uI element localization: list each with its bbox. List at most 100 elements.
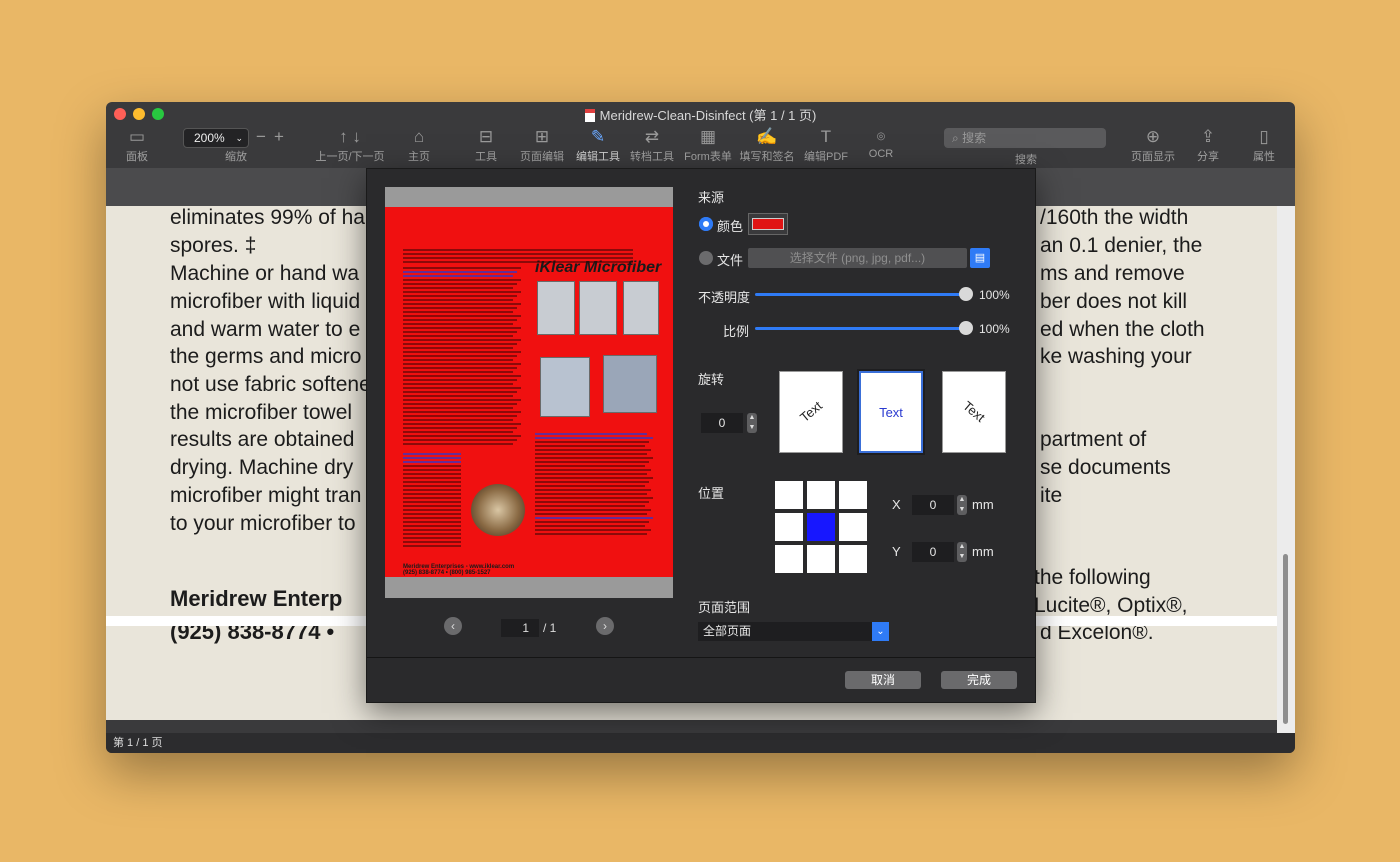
convert-button[interactable]: ⇄ 转档工具	[627, 126, 677, 164]
arrow-up-down-icon: ↑ ↓	[339, 127, 361, 146]
preview-text-line	[403, 367, 517, 369]
preview-text-line	[403, 279, 521, 281]
position-cell-bottom-right[interactable]	[839, 545, 867, 573]
file-path-field[interactable]: 选择文件 (png, jpg, pdf...)	[748, 248, 967, 268]
preview-text-line	[535, 461, 649, 463]
preview-text-line	[403, 257, 633, 259]
share-button[interactable]: ⇪ 分享	[1194, 126, 1222, 164]
preview-text-line	[535, 505, 645, 507]
document-text-line: ms and remove	[1040, 262, 1185, 285]
color-picker[interactable]	[748, 213, 788, 235]
preview-text-line	[403, 529, 461, 531]
folder-icon[interactable]: ▤	[970, 248, 990, 268]
position-cell-top-right[interactable]	[839, 481, 867, 509]
prev-next-label: 上一页/下一页	[315, 151, 385, 163]
preview-text-line	[403, 435, 521, 437]
ocr-button[interactable]: ◎ OCR	[868, 126, 894, 160]
y-input[interactable]: 0	[912, 542, 954, 562]
preview-text-line	[403, 537, 461, 539]
scroll-thumb[interactable]	[1283, 554, 1288, 724]
rotate-input[interactable]: 0	[701, 413, 743, 433]
zoom-select[interactable]: 200% ⌄	[183, 128, 249, 148]
zoom-in-button[interactable]: +	[272, 126, 286, 148]
dialog-divider	[367, 657, 1035, 658]
prev-page-button[interactable]: ‹	[444, 617, 462, 635]
preview-text-line	[403, 443, 513, 445]
ocr-icon: ◎	[876, 131, 886, 142]
search-input[interactable]: ⌕ 搜索	[944, 128, 1106, 148]
preview-text-line	[403, 501, 461, 503]
sign-icon: ✍	[756, 127, 778, 146]
vertical-scrollbar[interactable]	[1277, 206, 1295, 736]
properties-button[interactable]: ▯ 属性	[1250, 126, 1278, 164]
x-input[interactable]: 0	[912, 495, 954, 515]
page-number-input[interactable]: 1	[501, 619, 539, 637]
document-text-line: not use fabric softene	[170, 373, 371, 396]
edit-pdf-button[interactable]: T 编辑PDF	[801, 126, 851, 164]
position-cell-bottom-left[interactable]	[775, 545, 803, 573]
product-image	[603, 355, 657, 413]
document-text-line: ber does not kill	[1040, 290, 1188, 313]
zoom-value: 200%	[194, 131, 225, 145]
opacity-slider-knob[interactable]	[959, 287, 973, 301]
chevron-left-icon: ‹	[451, 619, 455, 633]
search-label-text: 搜索	[1015, 154, 1037, 166]
file-radio[interactable]	[699, 251, 713, 265]
cancel-button[interactable]: 取消	[845, 671, 921, 689]
page-edit-button[interactable]: ⊞ 页面编辑	[516, 126, 568, 164]
home-button[interactable]: ⌂ 主页	[402, 126, 436, 164]
preview-text-line	[403, 521, 461, 523]
opacity-slider[interactable]	[755, 293, 967, 296]
x-stepper[interactable]: ▲ ▼	[957, 495, 967, 515]
watermark-background-dialog: iKlear Microfiber Meridrew Enterprises -…	[366, 168, 1036, 703]
form-button[interactable]: ▦ Form表单	[680, 126, 736, 164]
search-placeholder: 搜索	[962, 131, 987, 145]
page-total: / 1	[543, 621, 557, 635]
position-cell-top-left[interactable]	[775, 481, 803, 509]
document-text-line: ke washing your	[1040, 345, 1192, 368]
scale-slider[interactable]	[755, 327, 967, 330]
done-label: 完成	[966, 673, 991, 687]
page-display-button[interactable]: ⊕ 页面显示	[1128, 126, 1178, 164]
home-icon: ⌂	[413, 127, 425, 146]
panel-button[interactable]: ▭ 面板	[123, 126, 151, 164]
window-title: Meridrew-Clean-Disinfect (第 1 / 1 页)	[106, 105, 1295, 124]
edit-tools-button[interactable]: ✎ 编辑工具	[572, 126, 624, 164]
position-cell-middle-left[interactable]	[775, 513, 803, 541]
rotate-option-right[interactable]: Text	[942, 371, 1006, 453]
rotate-value: 0	[718, 416, 726, 430]
page-range-select[interactable]: 全部页面 ⌄	[698, 622, 889, 641]
preview-text-line	[535, 521, 649, 523]
preview-footer: Meridrew Enterprises - www.iklear.com (92…	[403, 564, 514, 576]
tools-button[interactable]: ⊟ 工具	[469, 126, 503, 164]
prev-next-button[interactable]: ↑ ↓ 上一页/下一页	[314, 126, 386, 164]
done-button[interactable]: 完成	[941, 671, 1017, 689]
rotate-option-none[interactable]: Text	[857, 369, 925, 455]
source-label: 来源	[698, 190, 725, 205]
preview-text-line	[403, 331, 517, 333]
preview-text-line	[403, 253, 633, 255]
position-cell-middle-right[interactable]	[839, 513, 867, 541]
window-title-text: Meridrew-Clean-Disinfect (第 1 / 1 页)	[599, 108, 817, 123]
document-text-line: microfiber with liquid	[170, 290, 361, 313]
scale-slider-knob[interactable]	[959, 321, 973, 335]
next-page-button[interactable]: ›	[596, 617, 614, 635]
color-radio[interactable]	[699, 217, 713, 231]
rotate-stepper[interactable]: ▲ ▼	[747, 413, 757, 433]
fill-sign-button[interactable]: ✍ 填写和签名	[738, 126, 796, 164]
opacity-value: 100%	[979, 288, 1010, 302]
preview-text-line	[403, 303, 521, 305]
preview-text-line	[403, 315, 521, 317]
preview-text-line	[403, 469, 461, 471]
position-cell-top-center[interactable]	[807, 481, 835, 509]
position-cell-bottom-center[interactable]	[807, 545, 835, 573]
zoom-out-button[interactable]: −	[254, 126, 268, 148]
y-unit: mm	[972, 544, 994, 559]
preview-text-line	[403, 347, 513, 349]
preview-text-line	[403, 275, 513, 277]
rotate-option-left[interactable]: Text	[779, 371, 843, 453]
y-stepper[interactable]: ▲ ▼	[957, 542, 967, 562]
position-cell-center[interactable]	[807, 513, 835, 541]
preview-text-line	[535, 497, 653, 499]
document-text-line: the following	[1034, 566, 1151, 589]
